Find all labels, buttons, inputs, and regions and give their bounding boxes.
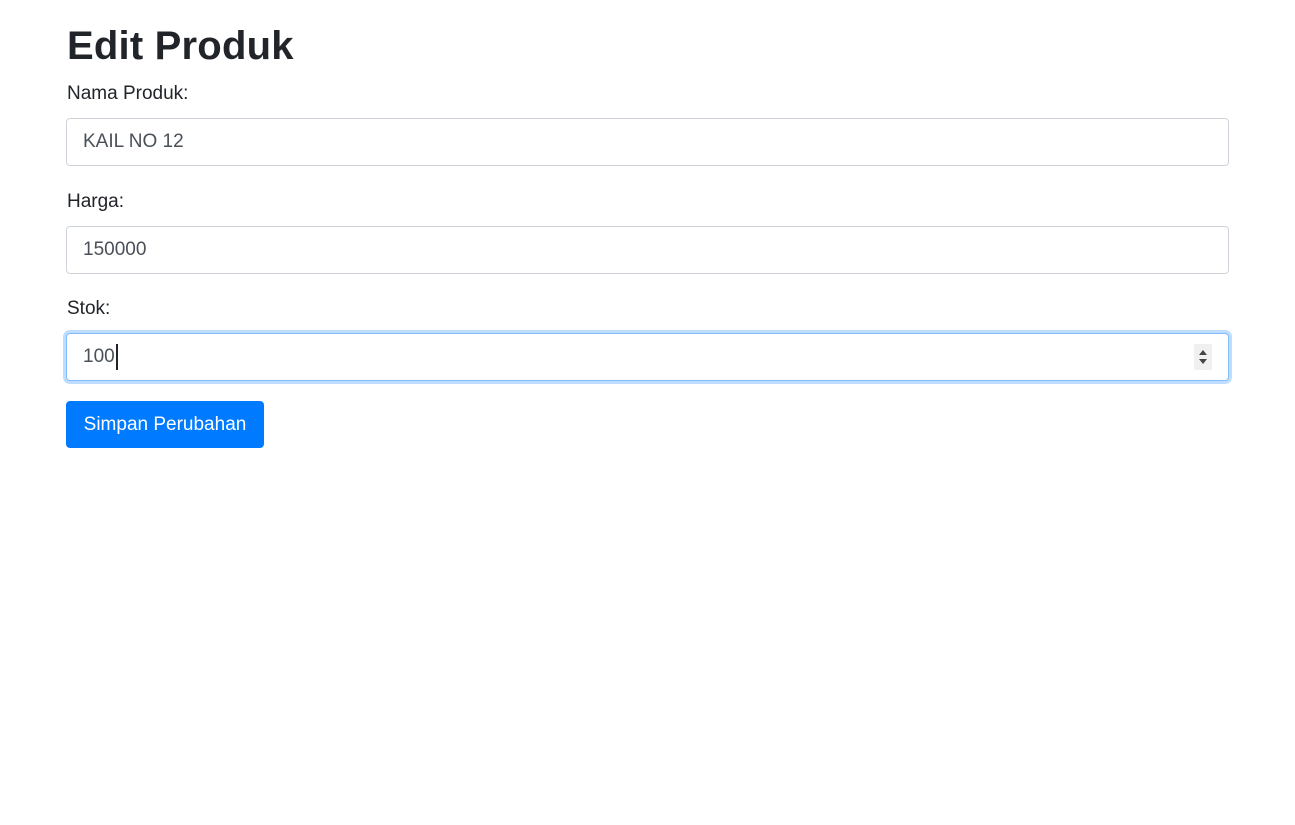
- page-title: Edit Produk: [67, 24, 294, 68]
- spinner-up-icon[interactable]: [1199, 350, 1207, 355]
- stok-value: 100: [83, 346, 115, 367]
- stok-label: Stok:: [67, 298, 111, 319]
- nama-produk-label: Nama Produk:: [67, 83, 189, 104]
- spinner-down-icon[interactable]: [1199, 359, 1207, 364]
- nama-produk-value: KAIL NO 12: [83, 131, 184, 152]
- harga-label: Harga:: [67, 191, 125, 212]
- harga-input[interactable]: 150000: [66, 226, 1229, 274]
- harga-value: 150000: [83, 239, 147, 260]
- nama-produk-input[interactable]: KAIL NO 12: [66, 118, 1229, 166]
- stok-input[interactable]: 100: [66, 333, 1229, 381]
- number-spinner-icon[interactable]: [1194, 344, 1212, 370]
- text-caret: [115, 344, 118, 370]
- simpan-perubahan-button[interactable]: Simpan Perubahan: [66, 401, 264, 448]
